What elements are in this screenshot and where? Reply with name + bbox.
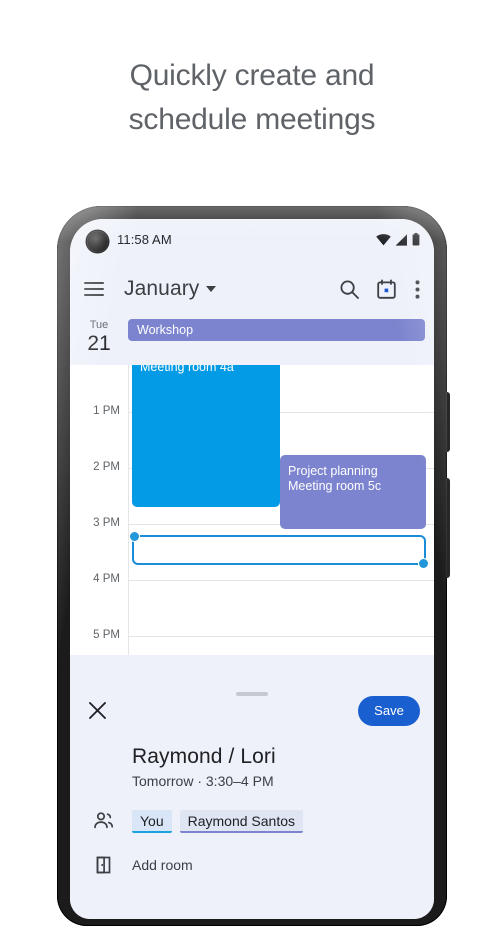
today-calendar-icon[interactable] [376,278,397,300]
guest-chip-you[interactable]: You [132,809,172,833]
hour-gridline [128,580,434,581]
room-door-icon [92,853,116,877]
calendar-time-grid[interactable]: 1 PM 2 PM 3 PM 4 PM 5 PM Meeting room 4a… [70,365,434,655]
day-header-row: Tue 21 Workshop [70,315,434,365]
phone-mockup: 11:58 AM January Tue 21 Workshop 1 PM 2 … [57,206,450,926]
guests-row: You Raymond Santos [70,809,434,833]
calendar-event-location: Meeting room 4a [140,365,234,374]
phone-power-button[interactable] [446,392,450,452]
promo-headline-line-2: schedule meetings [128,103,376,136]
promo-headline: Quickly create and schedule meetings [0,54,504,142]
people-icon [92,809,116,833]
calendar-event-blue[interactable]: Meeting room 4a [132,365,280,507]
status-bar-icons [376,233,420,246]
day-of-week-label: Tue [89,319,109,331]
hamburger-menu-icon[interactable] [84,282,104,296]
guest-chip-raymond-santos[interactable]: Raymond Santos [179,809,304,833]
phone-screen: 11:58 AM January Tue 21 Workshop 1 PM 2 … [70,219,434,919]
chevron-down-icon[interactable] [206,286,217,292]
promo-headline-line-1: Quickly create and [129,59,375,92]
calendar-grid-inner: 1 PM 2 PM 3 PM 4 PM 5 PM Meeting room 4a… [70,365,434,655]
calendar-event-location: Meeting room 5c [288,479,382,493]
hour-row: 4 PM [70,573,434,627]
hour-label: 1 PM [93,405,120,417]
hour-label: 3 PM [93,517,120,529]
save-button[interactable]: Save [358,696,420,726]
app-bar: January [70,263,434,315]
wifi-icon [376,233,391,245]
selection-start-handle[interactable] [129,531,140,542]
cellular-signal-icon [395,233,407,246]
all-day-event-area: Workshop [128,315,434,365]
more-vertical-icon[interactable] [415,279,420,299]
new-event-selection-block[interactable] [129,531,429,569]
calendar-event-title: Project planning [288,464,378,478]
guest-chips: You Raymond Santos [132,809,304,833]
front-camera-punch-hole [87,231,108,252]
calendar-event-project-planning[interactable]: Project planning Meeting room 5c [280,455,426,529]
status-bar: 11:58 AM [70,219,434,263]
add-room-label: Add room [132,857,193,873]
hour-label: 4 PM [93,573,120,585]
all-day-event-workshop[interactable]: Workshop [128,319,425,341]
hour-label: 5 PM [93,629,120,641]
hour-label: 2 PM [93,461,120,473]
month-label[interactable]: January [124,277,199,301]
day-number-label: 21 [87,332,111,355]
battery-icon [412,233,420,246]
hour-row: 5 PM [70,629,434,655]
add-room-row[interactable]: Add room [70,853,434,877]
search-icon[interactable] [339,279,360,300]
day-column-header[interactable]: Tue 21 [70,315,128,365]
hour-gridline [128,636,434,637]
close-icon[interactable] [88,701,107,720]
event-title[interactable]: Raymond / Lori [132,745,434,769]
event-datetime[interactable]: Tomorrow · 3:30–4 PM [132,773,434,789]
selection-end-handle[interactable] [418,558,429,569]
status-bar-clock: 11:58 AM [117,232,172,247]
sheet-toolbar: Save [70,683,434,735]
phone-volume-button[interactable] [446,478,450,578]
event-bottom-sheet: Save Raymond / Lori Tomorrow · 3:30–4 PM… [70,683,434,919]
